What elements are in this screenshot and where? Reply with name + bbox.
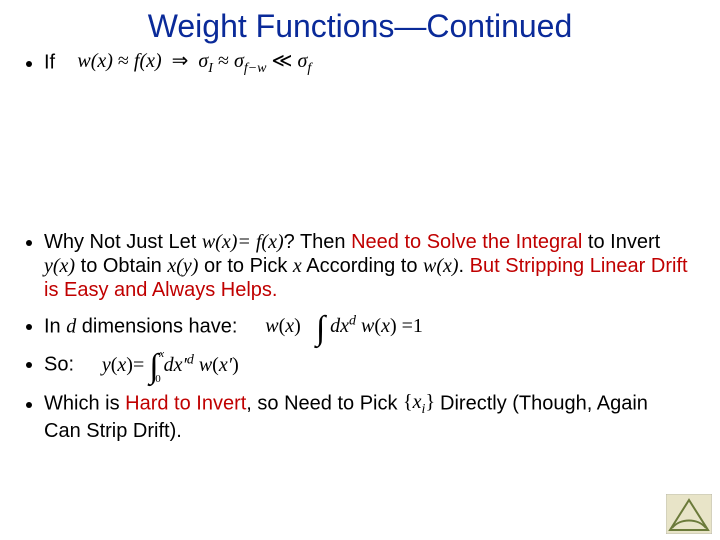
corner-logo-icon — [666, 494, 712, 534]
b2-p6: According to — [302, 255, 423, 277]
b1-fx: f(x) — [134, 50, 162, 72]
b2-p7: . — [459, 255, 470, 277]
spacer — [44, 78, 690, 218]
b2-yx: y(x) — [44, 255, 75, 277]
b1-wx: w(x) — [77, 50, 113, 72]
b3-w1: w — [265, 315, 278, 337]
b1-formula: w(x) ≈ f(x) ⇒ σI ≈ σf−w ≪ σf — [77, 50, 311, 72]
b5-setx: x — [413, 391, 422, 413]
b3-int: ∫ — [316, 316, 325, 340]
b3-d: d — [66, 315, 76, 337]
b4-intup: x — [159, 348, 164, 361]
b1-lead: If — [44, 52, 55, 74]
b3-p1: In — [44, 315, 66, 337]
b1-ll: ≪ — [272, 50, 293, 72]
bullet-5: Which is Hard to Invert, so Need to Pick… — [44, 390, 690, 443]
b1-approx: ≈ — [118, 50, 129, 72]
b4-dsup: d — [187, 352, 194, 367]
b1-sigI-sub: I — [208, 61, 213, 76]
b5-p1: Which is — [44, 393, 125, 415]
b3-dx: dx — [330, 315, 349, 337]
b4-formula: y(x)= x ∫ 0 dx′d w(x′) — [102, 354, 239, 376]
b5-hard: Hard to Invert — [125, 393, 246, 415]
b4-x: x — [117, 354, 126, 376]
b2-need: Need to Solve the Integral — [351, 231, 582, 253]
b2-wx2: w(x) — [423, 255, 459, 277]
b1-sigfw: σ — [234, 50, 244, 72]
bullet-1: If w(x) ≈ f(x) ⇒ σI ≈ σf−w ≪ σf — [44, 49, 690, 218]
b2-wx: w(x)= f(x) — [202, 231, 284, 253]
bullet-4: So: y(x)= x ∫ 0 dx′d w(x′) — [44, 352, 690, 378]
b2-xy: x(y) — [167, 255, 198, 277]
b4-intlo: 0 — [155, 373, 161, 386]
b1-implies: ⇒ — [172, 50, 189, 72]
b2-p1: Why Not Just Let — [44, 231, 202, 253]
b3-w2: w — [361, 315, 374, 337]
b2-x: x — [293, 255, 302, 277]
b4-p1: So: — [44, 353, 74, 375]
b2-p2: ? Then — [284, 231, 351, 253]
b2-p5: or to Pick — [198, 255, 292, 277]
b3-eq1: =1 — [402, 315, 423, 337]
b3-formula: w(x) ∫ dxd w(x) =1 — [265, 315, 423, 337]
b1-sigf-sub: f — [307, 61, 311, 76]
b5-set: {xi} — [403, 391, 440, 413]
b4-w: w — [199, 354, 212, 376]
b3-dsup: d — [349, 314, 356, 329]
b1-sigf: σ — [297, 50, 307, 72]
b3-p2: dimensions have: — [76, 315, 237, 337]
b4-xp: x′ — [219, 354, 232, 376]
bullet-2: Why Not Just Let w(x)= f(x)? Then Need t… — [44, 230, 690, 302]
b3-intsym: ∫ — [316, 319, 325, 339]
b2-p4: to Obtain — [75, 255, 167, 277]
b1-sigfw-sub: f−w — [244, 61, 267, 76]
bullet-list: If w(x) ≈ f(x) ⇒ σI ≈ σf−w ≪ σf Why Not … — [44, 49, 720, 443]
b2-p3: to Invert — [582, 231, 660, 253]
b3-x2: x — [381, 315, 390, 337]
b4-y: y — [102, 354, 111, 376]
b1-approx2: ≈ — [218, 50, 229, 72]
b5-close: } — [425, 391, 435, 413]
b5-p2: , so Need to Pick — [246, 393, 403, 415]
b4-int: x ∫ 0 — [149, 354, 158, 378]
slide-title: Weight Functions—Continued — [0, 0, 720, 49]
b4-dxp: dx′ — [164, 354, 187, 376]
b3-x1: x — [285, 315, 294, 337]
bullet-3: In d dimensions have: w(x) ∫ dxd w(x) =1 — [44, 314, 690, 340]
b5-open: { — [403, 391, 413, 413]
b1-sigI: σ — [198, 50, 208, 72]
